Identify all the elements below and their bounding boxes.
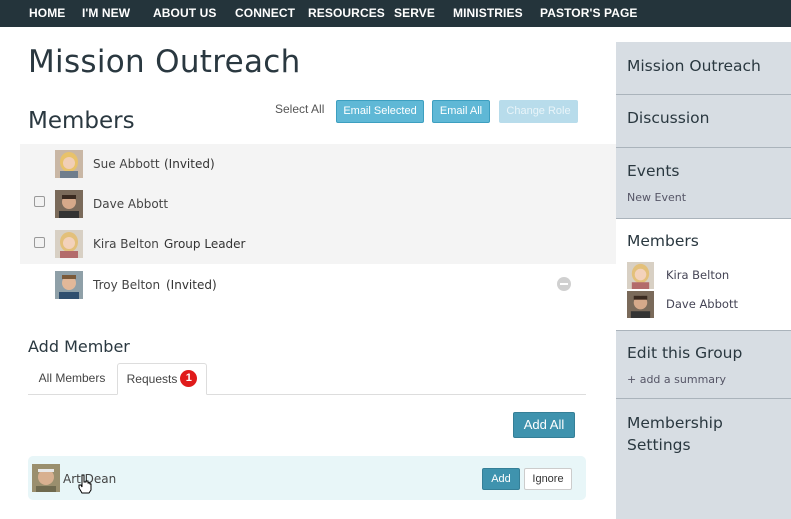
member-name[interactable]: Sue Abbott [93,157,160,171]
member-checkbox[interactable] [34,237,45,248]
avatar [32,464,60,492]
avatar [55,271,83,299]
nav-serve[interactable]: SERVE [394,6,435,20]
add-all-button[interactable]: Add All [513,412,575,438]
page-title: Mission Outreach [28,44,301,80]
members-heading: Members [28,108,135,134]
avatar [55,150,83,178]
tab-all-members[interactable]: All Members [28,363,116,395]
nav-about-us[interactable]: ABOUT US [153,6,216,20]
email-all-button[interactable]: Email All [432,100,490,123]
tab-requests[interactable]: Requests 1 [117,363,207,395]
hand-cursor-icon [78,474,92,494]
sidebar-item-events[interactable]: Events New Event [616,148,791,219]
avatar [627,262,654,289]
member-name[interactable]: Troy Belton [93,278,160,292]
sidebar-item-mission-outreach[interactable]: Mission Outreach [616,42,791,95]
member-checkbox[interactable] [34,196,45,207]
sidebar-item-edit-group[interactable]: Edit this Group + add a summary [616,331,791,399]
add-member-heading: Add Member [28,337,130,356]
requests-panel [28,395,586,445]
sidebar-title: Discussion [627,109,710,127]
add-request-button[interactable]: Add [482,468,520,490]
tab-requests-label: Requests [126,372,178,386]
member-name[interactable]: Kira Belton [93,237,159,251]
sidebar-member-name[interactable]: Dave Abbott [666,297,738,311]
ignore-request-button[interactable]: Ignore [524,468,572,490]
member-status: (Invited) [166,278,217,292]
top-nav: HOME I'M NEW ABOUT US CONNECT RESOURCES … [0,0,791,27]
sidebar-title: Events [627,162,680,180]
nav-connect[interactable]: CONNECT [235,6,295,20]
change-role-button[interactable]: Change Role [499,100,578,123]
nav-im-new[interactable]: I'M NEW [82,6,130,20]
sidebar-member-name[interactable]: Kira Belton [666,268,729,282]
sidebar-title: Settings [627,436,691,454]
nav-resources[interactable]: RESOURCES [308,6,385,20]
sidebar-item-members[interactable]: Members Kira Belton Dave Abbott [616,219,791,331]
avatar [627,291,654,318]
member-name[interactable]: Dave Abbott [93,197,168,211]
new-event-link[interactable]: New Event [627,191,686,204]
nav-pastors-page[interactable]: PASTOR'S PAGE [540,6,638,20]
sidebar-title: Mission Outreach [627,57,761,75]
select-all-link[interactable]: Select All [275,102,324,116]
nav-home[interactable]: HOME [29,6,65,20]
sidebar-item-membership-settings[interactable]: Membership Settings [616,399,791,519]
requests-count-badge: 1 [180,370,198,388]
member-role: Group Leader [164,237,246,251]
nav-ministries[interactable]: MINISTRIES [453,6,523,20]
member-status: (Invited) [164,157,215,171]
avatar [55,190,83,218]
avatar [55,230,83,258]
sidebar-title: Membership [627,414,723,432]
remove-icon[interactable] [557,277,571,291]
sidebar-item-discussion[interactable]: Discussion [616,95,791,148]
sidebar-title: Members [627,232,699,250]
add-summary-link[interactable]: + add a summary [627,373,726,386]
email-selected-button[interactable]: Email Selected [336,100,424,123]
sidebar-title: Edit this Group [627,344,743,362]
